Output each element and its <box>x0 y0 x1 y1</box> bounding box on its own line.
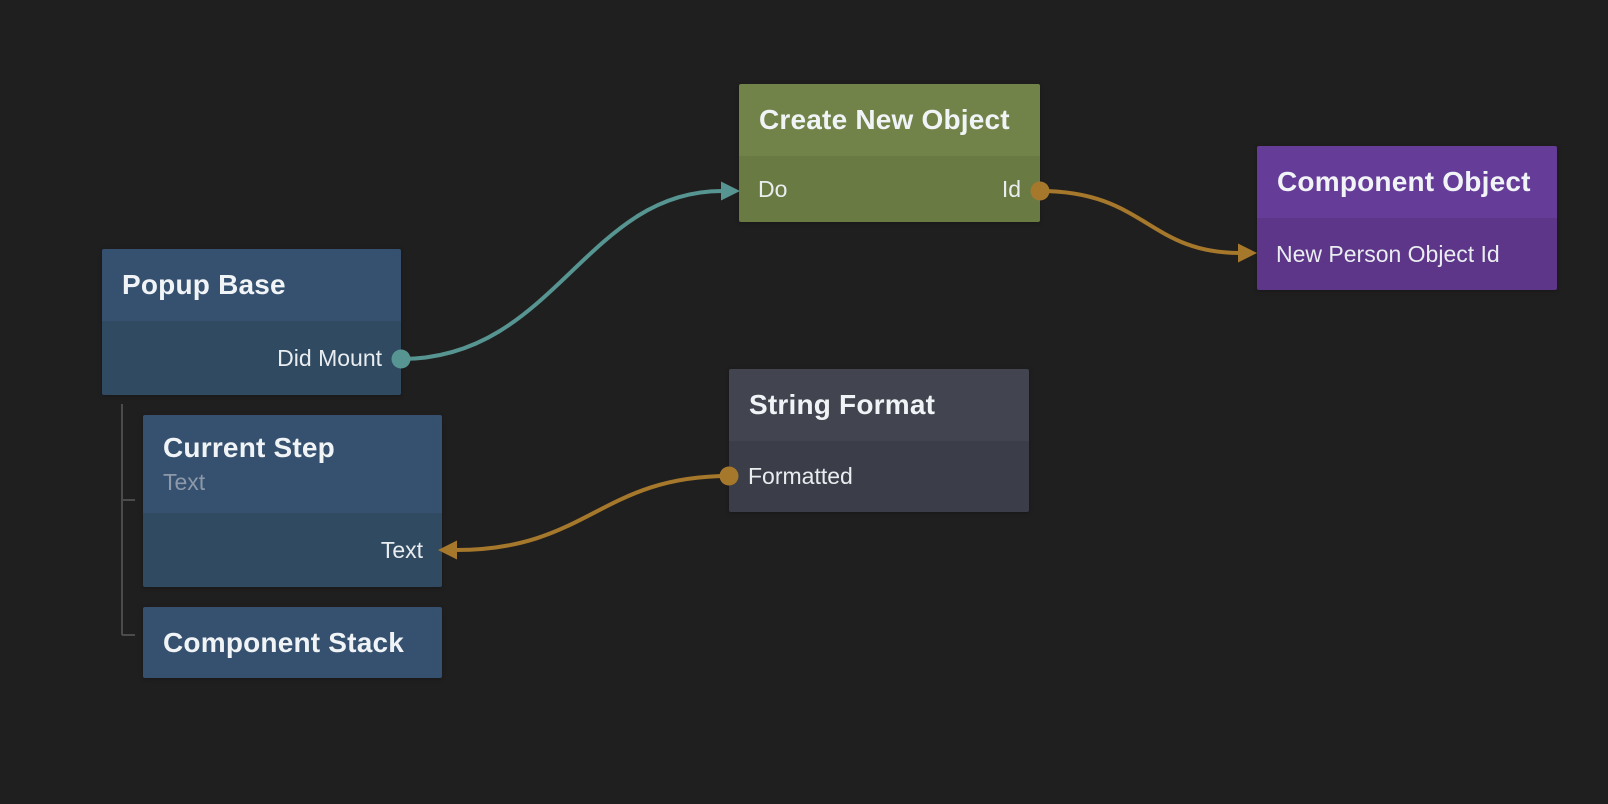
node-string-format-title: String Format <box>749 389 1009 421</box>
node-current-step-header[interactable]: Current Step Text <box>143 415 442 513</box>
connection-id-to-new-person-object-id-wire[interactable] <box>1040 191 1240 253</box>
node-string-format-body: Formatted <box>729 441 1029 512</box>
port-label-new-person-object-id-input[interactable]: New Person Object Id <box>1276 241 1500 268</box>
node-current-step-subtitle: Text <box>163 469 422 496</box>
connection-id-to-new-person-object-id[interactable] <box>1031 182 1258 263</box>
node-create-new-object-title: Create New Object <box>759 104 1020 136</box>
node-current-step[interactable]: Current Step Text Text <box>143 415 442 587</box>
node-create-new-object-body: Do Id <box>739 156 1040 222</box>
port-label-text-input[interactable]: Text <box>381 537 423 564</box>
port-label-id-output[interactable]: Id <box>1002 176 1021 203</box>
port-label-formatted-output[interactable]: Formatted <box>748 463 853 490</box>
node-component-object-title: Component Object <box>1277 166 1537 198</box>
node-popup-base-body: Did Mount <box>102 321 401 395</box>
node-component-object[interactable]: Component Object New Person Object Id <box>1257 146 1557 290</box>
do-input-arrow-icon <box>721 182 740 201</box>
port-label-do-input[interactable]: Do <box>758 176 787 203</box>
node-current-step-title: Current Step <box>163 432 422 464</box>
port-label-did-mount[interactable]: Did Mount <box>277 345 382 372</box>
node-popup-base[interactable]: Popup Base Did Mount <box>102 249 401 395</box>
new-person-object-id-input-arrow-icon <box>1238 244 1257 263</box>
node-create-new-object[interactable]: Create New Object Do Id <box>739 84 1040 222</box>
connection-did-mount-to-do-wire[interactable] <box>401 191 722 359</box>
connection-did-mount-to-do[interactable] <box>392 182 741 369</box>
node-component-stack-header[interactable]: Component Stack <box>143 607 442 678</box>
node-graph-canvas[interactable]: Popup Base Did Mount Current Step Text T… <box>0 0 1608 804</box>
did-mount-output-port[interactable] <box>392 350 411 369</box>
node-string-format[interactable]: String Format Formatted <box>729 369 1029 512</box>
formatted-output-port[interactable] <box>720 467 739 486</box>
node-popup-base-header[interactable]: Popup Base <box>102 249 401 321</box>
node-component-object-body: New Person Object Id <box>1257 218 1557 290</box>
node-component-object-header[interactable]: Component Object <box>1257 146 1557 218</box>
node-create-new-object-header[interactable]: Create New Object <box>739 84 1040 156</box>
connection-formatted-to-text[interactable] <box>438 467 739 560</box>
connection-formatted-to-text-wire[interactable] <box>456 476 729 550</box>
node-popup-base-title: Popup Base <box>122 269 381 301</box>
node-string-format-header[interactable]: String Format <box>729 369 1029 441</box>
node-current-step-body: Text <box>143 513 442 587</box>
node-component-stack[interactable]: Component Stack <box>143 607 442 678</box>
id-output-port[interactable] <box>1031 182 1050 201</box>
node-component-stack-title: Component Stack <box>163 627 422 659</box>
